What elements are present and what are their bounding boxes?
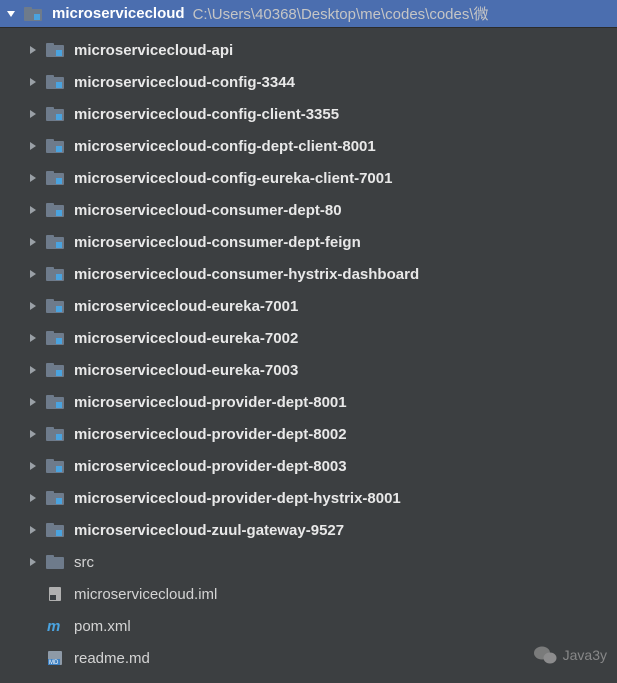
svg-text:m: m bbox=[47, 618, 60, 634]
iml-icon bbox=[46, 585, 64, 603]
module-icon bbox=[46, 41, 64, 59]
module-folder-icon bbox=[24, 5, 42, 23]
chevron-right-icon[interactable] bbox=[26, 491, 40, 505]
chevron-right-icon[interactable] bbox=[26, 555, 40, 569]
tree-item[interactable]: m pom.xml bbox=[0, 610, 617, 642]
tree-item[interactable]: microservicecloud-api bbox=[0, 34, 617, 66]
chevron-right-icon[interactable] bbox=[26, 299, 40, 313]
module-icon bbox=[46, 489, 64, 507]
tree-item[interactable]: microservicecloud-eureka-7002 bbox=[0, 322, 617, 354]
tree-item-label: microservicecloud-config-eureka-client-7… bbox=[74, 170, 392, 187]
project-root-name: microservicecloud bbox=[52, 5, 185, 22]
tree-item-label: microservicecloud-consumer-dept-80 bbox=[74, 202, 342, 219]
tree-item-label: microservicecloud-zuul-gateway-9527 bbox=[74, 522, 344, 539]
svg-text:MD: MD bbox=[49, 660, 59, 666]
tree-item[interactable]: microservicecloud-consumer-dept-feign bbox=[0, 226, 617, 258]
tree-item-label: microservicecloud-consumer-hystrix-dashb… bbox=[74, 266, 419, 283]
tree-item[interactable]: MD readme.md bbox=[0, 642, 617, 674]
tree-item-label: microservicecloud.iml bbox=[74, 586, 217, 603]
tree-item[interactable]: microservicecloud-consumer-hystrix-dashb… bbox=[0, 258, 617, 290]
module-icon bbox=[46, 233, 64, 251]
tree-item[interactable]: microservicecloud-eureka-7003 bbox=[0, 354, 617, 386]
tree-item-label: microservicecloud-config-3344 bbox=[74, 74, 295, 91]
tree-item[interactable]: microservicecloud-eureka-7001 bbox=[0, 290, 617, 322]
tree-item-label: microservicecloud-eureka-7001 bbox=[74, 298, 298, 315]
module-icon bbox=[46, 73, 64, 91]
chevron-right-icon[interactable] bbox=[26, 171, 40, 185]
tree-item-label: microservicecloud-consumer-dept-feign bbox=[74, 234, 361, 251]
module-icon bbox=[46, 329, 64, 347]
tree-item[interactable]: src bbox=[0, 546, 617, 578]
tree-item[interactable]: microservicecloud-provider-dept-8001 bbox=[0, 386, 617, 418]
tree-item[interactable]: microservicecloud-provider-dept-8002 bbox=[0, 418, 617, 450]
module-icon bbox=[46, 169, 64, 187]
module-icon bbox=[46, 137, 64, 155]
watermark-text: Java3y bbox=[563, 647, 607, 663]
chevron-right-icon[interactable] bbox=[26, 395, 40, 409]
chevron-right-icon[interactable] bbox=[26, 107, 40, 121]
module-icon bbox=[46, 265, 64, 283]
tree-item[interactable]: microservicecloud-config-client-3355 bbox=[0, 98, 617, 130]
tree-item-label: microservicecloud-api bbox=[74, 42, 233, 59]
tree-item-label: microservicecloud-provider-dept-hystrix-… bbox=[74, 490, 401, 507]
project-root-row[interactable]: microservicecloud C:\Users\40368\Desktop… bbox=[0, 0, 617, 28]
maven-icon: m bbox=[46, 617, 64, 635]
tree-item[interactable]: microservicecloud-consumer-dept-80 bbox=[0, 194, 617, 226]
module-icon bbox=[46, 393, 64, 411]
tree-item-label: microservicecloud-eureka-7002 bbox=[74, 330, 298, 347]
module-icon bbox=[46, 425, 64, 443]
tree-item[interactable]: microservicecloud-provider-dept-hystrix-… bbox=[0, 482, 617, 514]
tree-item[interactable]: microservicecloud-config-dept-client-800… bbox=[0, 130, 617, 162]
project-tree[interactable]: microservicecloud-api microservicecloud-c… bbox=[0, 28, 617, 674]
chevron-right-icon[interactable] bbox=[26, 363, 40, 377]
tree-item[interactable]: microservicecloud-zuul-gateway-9527 bbox=[0, 514, 617, 546]
tree-item-label: microservicecloud-eureka-7003 bbox=[74, 362, 298, 379]
tree-item-label: pom.xml bbox=[74, 618, 131, 635]
tree-item-label: microservicecloud-provider-dept-8001 bbox=[74, 394, 347, 411]
tree-item-label: microservicecloud-provider-dept-8003 bbox=[74, 458, 347, 475]
chevron-right-icon[interactable] bbox=[26, 427, 40, 441]
module-icon bbox=[46, 361, 64, 379]
chevron-right-icon[interactable] bbox=[26, 459, 40, 473]
chevron-right-icon[interactable] bbox=[26, 523, 40, 537]
tree-item[interactable]: microservicecloud-config-3344 bbox=[0, 66, 617, 98]
tree-item-label: src bbox=[74, 554, 94, 571]
folder-icon bbox=[46, 553, 64, 571]
tree-item[interactable]: microservicecloud.iml bbox=[0, 578, 617, 610]
module-icon bbox=[46, 297, 64, 315]
wechat-icon bbox=[533, 645, 557, 665]
module-icon bbox=[46, 201, 64, 219]
tree-item-label: microservicecloud-config-dept-client-800… bbox=[74, 138, 376, 155]
chevron-right-icon[interactable] bbox=[26, 235, 40, 249]
chevron-down-icon[interactable] bbox=[4, 7, 18, 21]
tree-item[interactable]: microservicecloud-config-eureka-client-7… bbox=[0, 162, 617, 194]
tree-item-label: readme.md bbox=[74, 650, 150, 667]
module-icon bbox=[46, 521, 64, 539]
md-icon: MD bbox=[46, 649, 64, 667]
chevron-right-icon[interactable] bbox=[26, 267, 40, 281]
chevron-right-icon[interactable] bbox=[26, 203, 40, 217]
tree-item-label: microservicecloud-provider-dept-8002 bbox=[74, 426, 347, 443]
chevron-right-icon[interactable] bbox=[26, 139, 40, 153]
tree-item[interactable]: microservicecloud-provider-dept-8003 bbox=[0, 450, 617, 482]
chevron-right-icon[interactable] bbox=[26, 43, 40, 57]
chevron-right-icon[interactable] bbox=[26, 75, 40, 89]
chevron-right-icon[interactable] bbox=[26, 331, 40, 345]
module-icon bbox=[46, 105, 64, 123]
module-icon bbox=[46, 457, 64, 475]
project-root-path: C:\Users\40368\Desktop\me\codes\codes\微 bbox=[193, 3, 489, 24]
tree-item-label: microservicecloud-config-client-3355 bbox=[74, 106, 339, 123]
watermark: Java3y bbox=[533, 645, 607, 665]
